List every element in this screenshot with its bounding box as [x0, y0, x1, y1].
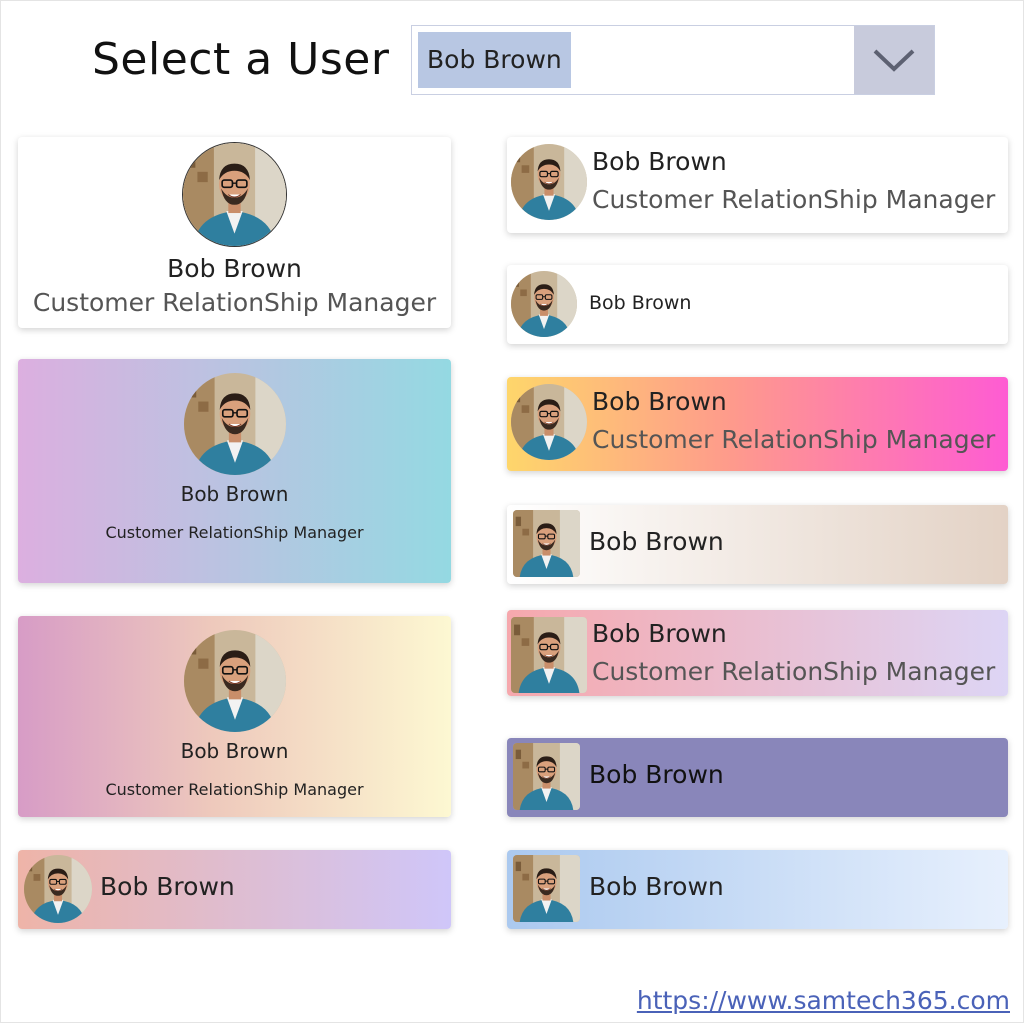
avatar [513, 855, 580, 922]
user-card-10[interactable]: Bob Brown [507, 738, 1008, 817]
user-name: Bob Brown [592, 147, 727, 176]
user-card-5[interactable]: Bob Brown Customer RelationShip Manager [507, 137, 1008, 233]
user-name: Bob Brown [180, 482, 289, 506]
user-name: Bob Brown [589, 760, 724, 789]
user-card-7[interactable]: Bob Brown Customer RelationShip Manager [507, 377, 1008, 471]
avatar [513, 743, 580, 810]
user-role: Customer RelationShip Manager [592, 185, 996, 214]
user-card-9[interactable]: Bob Brown Customer RelationShip Manager [507, 610, 1008, 696]
user-card-6[interactable]: Bob Brown [507, 265, 1008, 344]
user-role: Customer RelationShip Manager [105, 780, 364, 799]
user-role: Customer RelationShip Manager [105, 523, 364, 542]
avatar [511, 271, 577, 337]
user-name: Bob Brown [592, 387, 727, 416]
user-name: Bob Brown [180, 739, 289, 763]
user-card-4[interactable]: Bob Brown [18, 850, 451, 929]
avatar [184, 373, 286, 475]
avatar [24, 855, 92, 923]
chevron-down-icon[interactable] [854, 26, 934, 94]
page-title: Select a User [92, 34, 390, 85]
user-name: Bob Brown [592, 619, 727, 648]
avatar [184, 630, 286, 732]
user-card-2[interactable]: Bob Brown Customer RelationShip Manager [18, 359, 451, 583]
avatar [182, 142, 287, 247]
user-card-1[interactable]: Bob Brown Customer RelationShip Manager [18, 137, 451, 328]
user-name: Bob Brown [167, 254, 302, 283]
user-role: Customer RelationShip Manager [592, 657, 996, 686]
dropdown-selected-value[interactable]: Bob Brown [418, 32, 571, 88]
user-name: Bob Brown [589, 292, 692, 314]
user-dropdown[interactable]: Bob Brown [411, 25, 935, 95]
avatar [511, 617, 587, 693]
user-role: Customer RelationShip Manager [592, 425, 996, 454]
avatar [513, 510, 580, 577]
avatar [511, 144, 587, 220]
user-card-11[interactable]: Bob Brown [507, 850, 1008, 929]
user-name: Bob Brown [100, 872, 235, 901]
user-name: Bob Brown [589, 872, 724, 901]
avatar [511, 384, 587, 460]
user-card-8[interactable]: Bob Brown [507, 505, 1008, 584]
user-card-3[interactable]: Bob Brown Customer RelationShip Manager [18, 616, 451, 817]
user-role: Customer RelationShip Manager [32, 288, 437, 317]
user-name: Bob Brown [589, 527, 724, 556]
website-link[interactable]: https://www.samtech365.com [637, 986, 1010, 1015]
